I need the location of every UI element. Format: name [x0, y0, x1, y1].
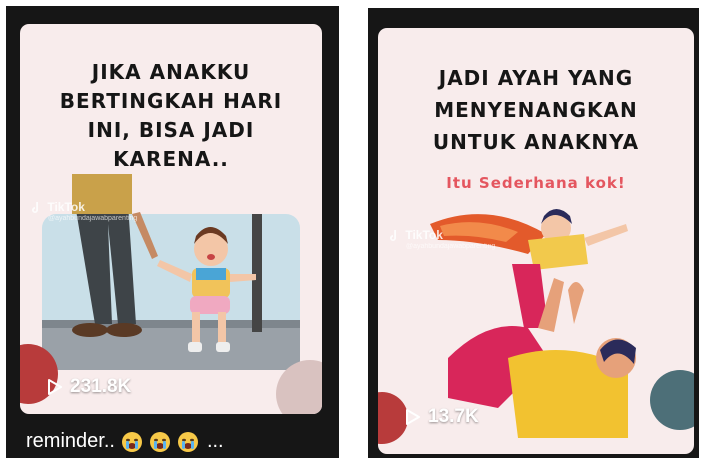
watermark-username: @ayahbundajawabparenting — [406, 242, 496, 250]
crying-face-icon — [121, 431, 142, 452]
video-thumbnail: JIKA ANAKKU BERTINGKAH HARI INI, BISA JA… — [20, 24, 322, 414]
view-count: 13.7K — [404, 406, 479, 428]
view-count-value: 231.8K — [70, 376, 132, 397]
video-card-1[interactable]: JIKA ANAKKU BERTINGKAH HARI INI, BISA JA… — [6, 6, 339, 458]
crying-face-icon — [177, 431, 198, 452]
video-card-2[interactable]: JADI AYAH YANG MENYENANGKAN UNTUK ANAKNY… — [368, 8, 699, 458]
watermark-brand: TikTok — [405, 228, 443, 242]
play-icon — [406, 409, 420, 425]
video-thumbnail: JADI AYAH YANG MENYENANGKAN UNTUK ANAKNY… — [378, 28, 694, 454]
watermark-brand: TikTok — [47, 200, 85, 214]
view-count: 231.8K — [46, 376, 131, 398]
view-count-value: 13.7K — [428, 406, 479, 427]
video-caption[interactable]: reminder.. ... — [26, 430, 224, 453]
watermark-username: @ayahbundajawabparenting — [48, 214, 138, 222]
tiktok-watermark: TikTok @ayahbundajawabparenting — [30, 200, 137, 222]
crying-face-icon — [149, 431, 170, 452]
tiktok-logo-icon — [32, 201, 38, 213]
tiktok-watermark: TikTok @ayahbundajawabparenting — [388, 228, 495, 250]
caption-text: reminder.. — [26, 430, 115, 452]
caption-ellipsis: ... — [206, 430, 224, 452]
play-icon — [48, 379, 62, 395]
tiktok-logo-icon — [390, 229, 396, 241]
